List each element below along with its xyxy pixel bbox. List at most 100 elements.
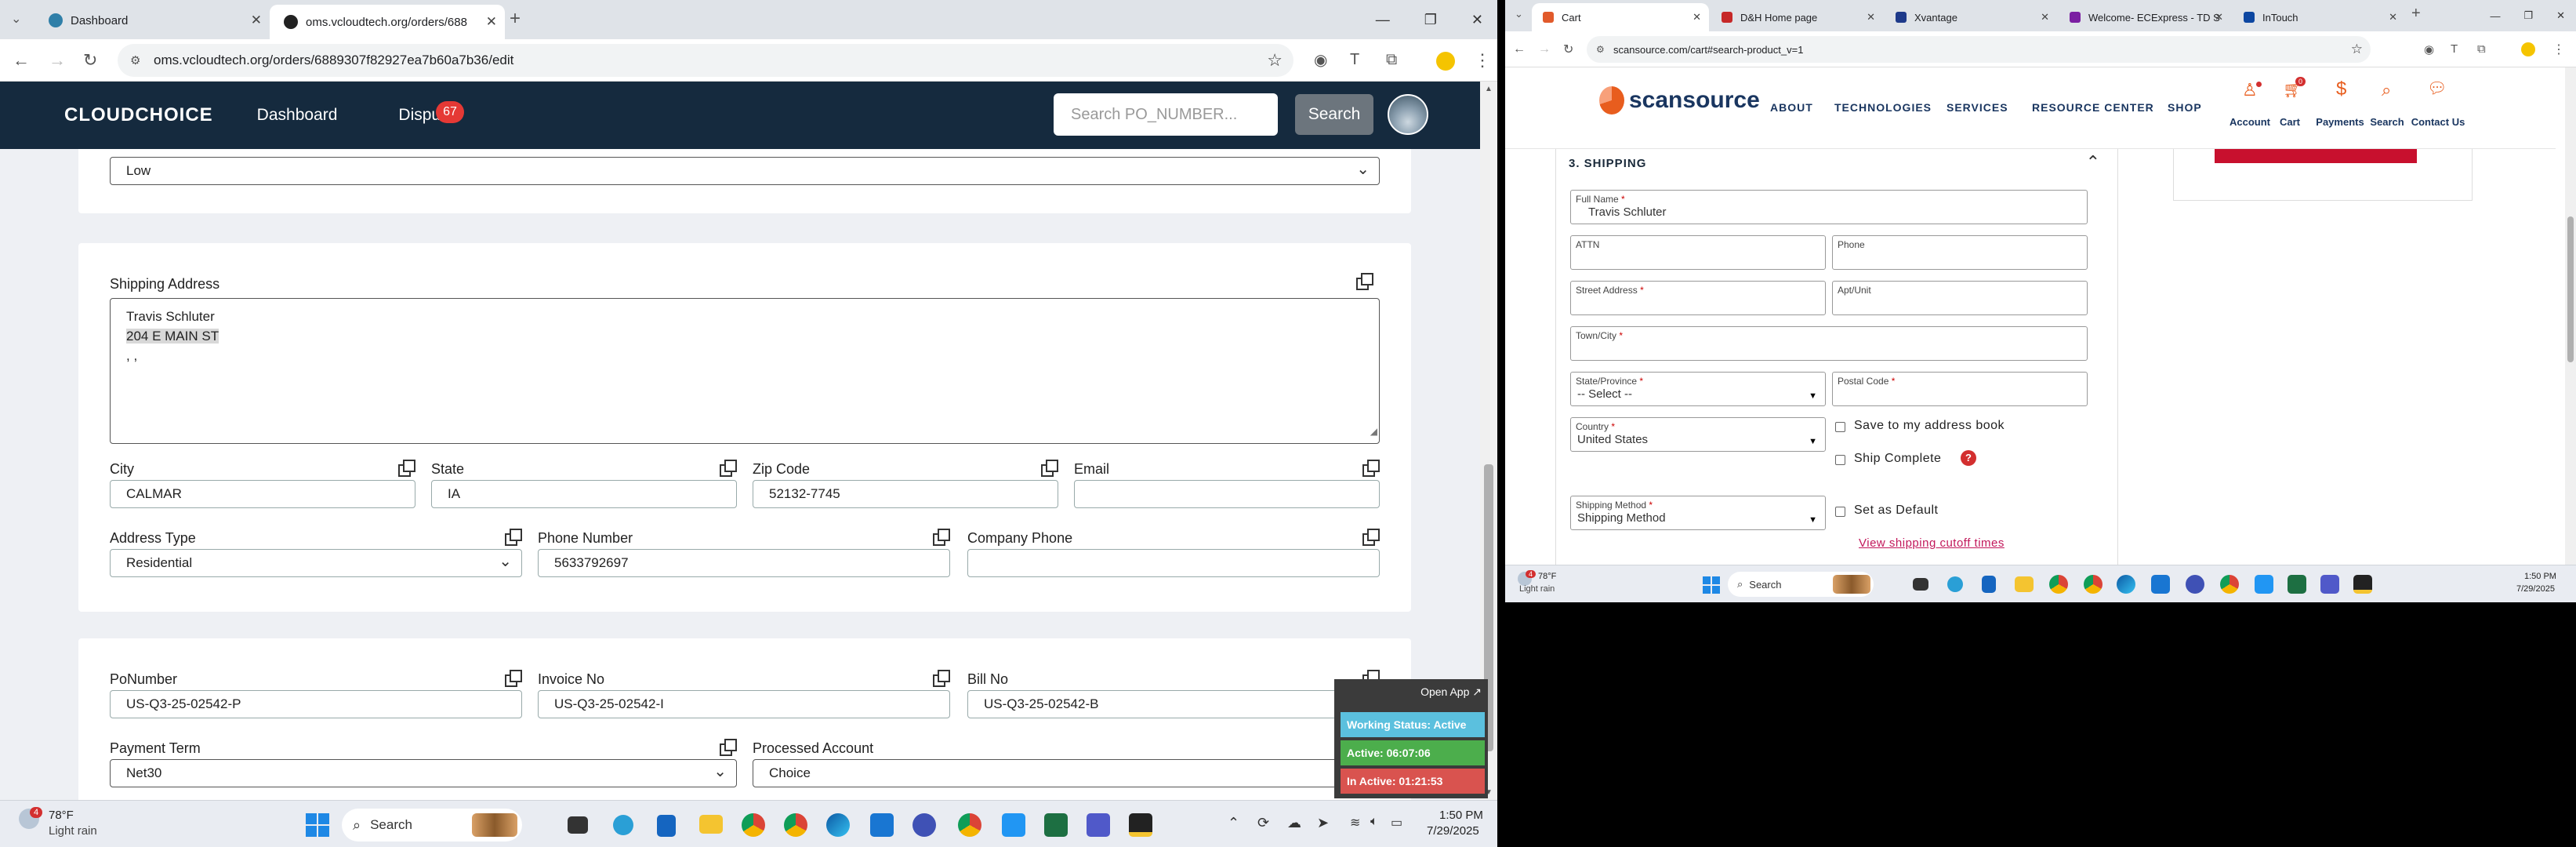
sticky-app-icon[interactable] bbox=[2353, 575, 2372, 594]
excel-icon[interactable] bbox=[1044, 813, 1068, 837]
profile-icon[interactable] bbox=[2521, 42, 2535, 56]
menu-about[interactable]: ABOUT bbox=[1770, 101, 1813, 114]
scroll-up-icon[interactable]: ▲ bbox=[1485, 85, 1493, 93]
close-tab-icon[interactable]: ✕ bbox=[2389, 11, 2397, 24]
close-tab-icon[interactable]: ✕ bbox=[2041, 11, 2049, 24]
forward-icon[interactable]: → bbox=[49, 50, 66, 71]
state-field[interactable]: IA bbox=[431, 480, 737, 508]
outlook-icon[interactable] bbox=[870, 813, 894, 837]
volume-icon[interactable]: 🔈︎ bbox=[1370, 815, 1378, 829]
outlook-icon[interactable] bbox=[2151, 575, 2170, 594]
company-phone-field[interactable] bbox=[967, 549, 1380, 577]
calculator-icon[interactable] bbox=[657, 815, 676, 837]
tab-dh[interactable]: D&H Home page ✕ bbox=[1711, 3, 1883, 31]
contact-us-link[interactable]: Contact Us bbox=[2407, 116, 2469, 128]
new-tab-icon[interactable]: + bbox=[510, 8, 521, 30]
onedrive-icon[interactable]: ☁ bbox=[1287, 815, 1301, 831]
copy-icon[interactable] bbox=[933, 670, 950, 687]
tab-dashboard[interactable]: Dashboard ✕ bbox=[34, 5, 270, 36]
ship-complete-checkbox[interactable] bbox=[1835, 455, 1845, 465]
chrome-icon[interactable] bbox=[2220, 575, 2239, 594]
zip-field[interactable]: 52132-7745 bbox=[753, 480, 1058, 508]
copy-icon[interactable] bbox=[720, 460, 737, 477]
photos-icon[interactable] bbox=[1002, 813, 1025, 837]
full-name-field[interactable]: Full Name * Travis Schluter bbox=[1570, 190, 2088, 224]
copy-icon[interactable] bbox=[933, 529, 950, 546]
payments-icon[interactable]: $ bbox=[2336, 78, 2346, 100]
tab-intouch[interactable]: InTouch ✕ bbox=[2233, 3, 2405, 31]
copy-icon[interactable] bbox=[1362, 460, 1380, 477]
taskbar-search[interactable]: ⌕ Search bbox=[1728, 572, 1874, 597]
sync-icon[interactable]: ⟳ bbox=[1257, 815, 1269, 831]
search-icon[interactable]: ⌕ bbox=[2382, 80, 2391, 100]
email-field[interactable] bbox=[1074, 480, 1380, 508]
menu-shop[interactable]: SHOP bbox=[2168, 101, 2202, 114]
profile-icon[interactable] bbox=[1436, 52, 1455, 71]
checkout-button[interactable] bbox=[2215, 149, 2417, 163]
photos-icon[interactable] bbox=[2255, 575, 2273, 594]
close-window-icon[interactable]: ✕ bbox=[2556, 9, 2565, 22]
resize-handle-icon[interactable]: ◢ bbox=[1370, 422, 1377, 442]
chrome-icon[interactable] bbox=[784, 813, 807, 837]
clock-date[interactable]: 7/29/2025 bbox=[1427, 824, 1479, 838]
menu-dots-icon[interactable]: ⋮ bbox=[2552, 42, 2565, 57]
tab-search-icon[interactable]: ⌄ bbox=[1515, 8, 1523, 20]
account-icon[interactable]: ♙ bbox=[2242, 80, 2258, 100]
shipping-cutoff-link[interactable]: View shipping cutoff times bbox=[1859, 536, 2005, 550]
excel-icon[interactable] bbox=[2288, 575, 2306, 594]
extension-icon[interactable]: ◉ bbox=[1314, 50, 1327, 70]
user-avatar[interactable] bbox=[1388, 94, 1428, 135]
windows-start-icon[interactable] bbox=[1703, 576, 1720, 594]
messenger-icon[interactable] bbox=[2186, 575, 2204, 594]
invoice-field[interactable]: US-Q3-25-02542-I bbox=[538, 690, 950, 718]
new-tab-icon[interactable]: + bbox=[2411, 5, 2421, 23]
wifi-icon[interactable]: ≋ bbox=[1350, 815, 1360, 831]
back-icon[interactable]: ← bbox=[13, 50, 30, 71]
nav-dashboard-link[interactable]: Dashboard bbox=[257, 106, 338, 125]
puzzle-icon[interactable]: ⧉ bbox=[2477, 42, 2486, 56]
site-info-icon[interactable]: ⚙ bbox=[1596, 44, 1605, 55]
copy-icon[interactable] bbox=[1362, 529, 1380, 546]
clock-time[interactable]: 1:50 PM bbox=[2524, 572, 2556, 581]
maximize-icon[interactable]: ❐ bbox=[2523, 9, 2533, 22]
tab-orders[interactable]: oms.vcloudtech.org/orders/688 ✕ bbox=[270, 5, 505, 39]
minimize-icon[interactable]: — bbox=[1376, 12, 1390, 28]
tab-search-icon[interactable]: ⌄ bbox=[11, 11, 21, 27]
scansource-logo[interactable]: scansource bbox=[1599, 86, 1760, 115]
address-type-select[interactable]: Residential bbox=[110, 549, 522, 577]
site-info-icon[interactable]: ⚙ bbox=[130, 53, 140, 67]
phone-field[interactable]: Phone bbox=[1832, 235, 2088, 270]
po-search-input[interactable]: Search PO_NUMBER... bbox=[1054, 93, 1278, 136]
tab-xvantage[interactable]: Xvantage ✕ bbox=[1885, 3, 2057, 31]
save-address-checkbox[interactable] bbox=[1835, 422, 1845, 432]
copy-icon[interactable] bbox=[1041, 460, 1058, 477]
file-explorer-icon[interactable] bbox=[2015, 576, 2034, 592]
bookmark-star-icon[interactable]: ☆ bbox=[1267, 50, 1283, 71]
copy-icon[interactable] bbox=[505, 529, 522, 546]
payment-term-select[interactable]: Net30 bbox=[110, 759, 737, 787]
translate-icon[interactable]: T bbox=[2451, 42, 2458, 56]
close-tab-icon[interactable]: ✕ bbox=[1693, 11, 1701, 24]
close-tab-icon[interactable]: ✕ bbox=[251, 13, 262, 28]
task-view-icon[interactable] bbox=[1913, 578, 1928, 591]
send-icon[interactable]: ➤ bbox=[1317, 815, 1329, 831]
processed-account-select[interactable]: Choice bbox=[753, 759, 1380, 787]
menu-dots-icon[interactable]: ⋮ bbox=[1474, 50, 1491, 71]
phone-field[interactable]: 5633792697 bbox=[538, 549, 950, 577]
translate-icon[interactable]: T bbox=[1350, 51, 1359, 69]
close-tab-icon[interactable]: ✕ bbox=[2215, 11, 2223, 24]
app-icon[interactable] bbox=[1947, 576, 1963, 592]
shipping-method-select[interactable]: Shipping Method * Shipping Method ▼ bbox=[1570, 496, 1826, 530]
clock-date[interactable]: 7/29/2025 bbox=[2516, 584, 2555, 594]
state-province-select[interactable]: State/Province * -- Select -- ▼ bbox=[1570, 372, 1826, 406]
puzzle-icon[interactable]: ⧉ bbox=[1386, 51, 1397, 69]
copy-icon[interactable] bbox=[1356, 273, 1373, 290]
country-select[interactable]: Country * United States ▼ bbox=[1570, 417, 1826, 452]
collapse-chevron-icon[interactable]: ⌃ bbox=[2086, 152, 2100, 173]
shipping-address-textarea[interactable]: Travis Schluter 204 E MAIN ST , , ◢ bbox=[110, 298, 1380, 444]
taskbar-search[interactable]: ⌕ Search bbox=[342, 809, 522, 842]
cart-link[interactable]: Cart bbox=[2262, 116, 2317, 128]
menu-technologies[interactable]: TECHNOLOGIES bbox=[1834, 101, 1932, 114]
windows-start-icon[interactable] bbox=[306, 813, 329, 837]
close-window-icon[interactable]: ✕ bbox=[1471, 12, 1483, 28]
